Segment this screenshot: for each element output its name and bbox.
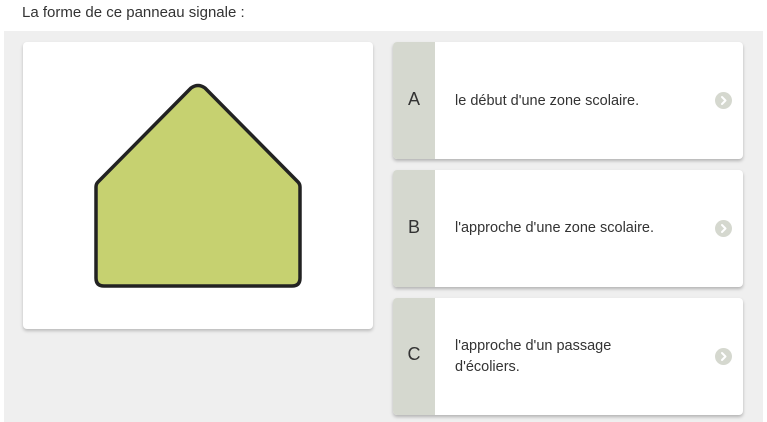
- chevron-right-icon: [715, 348, 732, 365]
- question-bar: La forme de ce panneau signale :: [0, 0, 767, 31]
- chevron-right-icon: [715, 92, 732, 109]
- answer-letter: A: [407, 89, 420, 109]
- question-text: La forme de ce panneau signale :: [22, 4, 245, 21]
- sign-shape: [94, 83, 302, 288]
- chevron-right-icon: [715, 220, 732, 237]
- answer-option-b[interactable]: B l'approche d'une zone scolaire.: [393, 170, 743, 287]
- answer-option-c[interactable]: C l'approche d'un passage d'écoliers.: [393, 298, 743, 415]
- answer-letter: C: [407, 344, 421, 364]
- answer-text: le début d'une zone scolaire.: [455, 93, 640, 109]
- answer-option-a[interactable]: A le début d'une zone scolaire.: [393, 42, 743, 159]
- answer-letter: B: [407, 217, 420, 237]
- answer-text: l'approche d'une zone scolaire.: [455, 220, 654, 236]
- sign-image-card: [23, 42, 373, 329]
- pentagon-sign-icon: [94, 83, 302, 288]
- answer-text: l'approche d'un passage d'écoliers.: [455, 338, 612, 375]
